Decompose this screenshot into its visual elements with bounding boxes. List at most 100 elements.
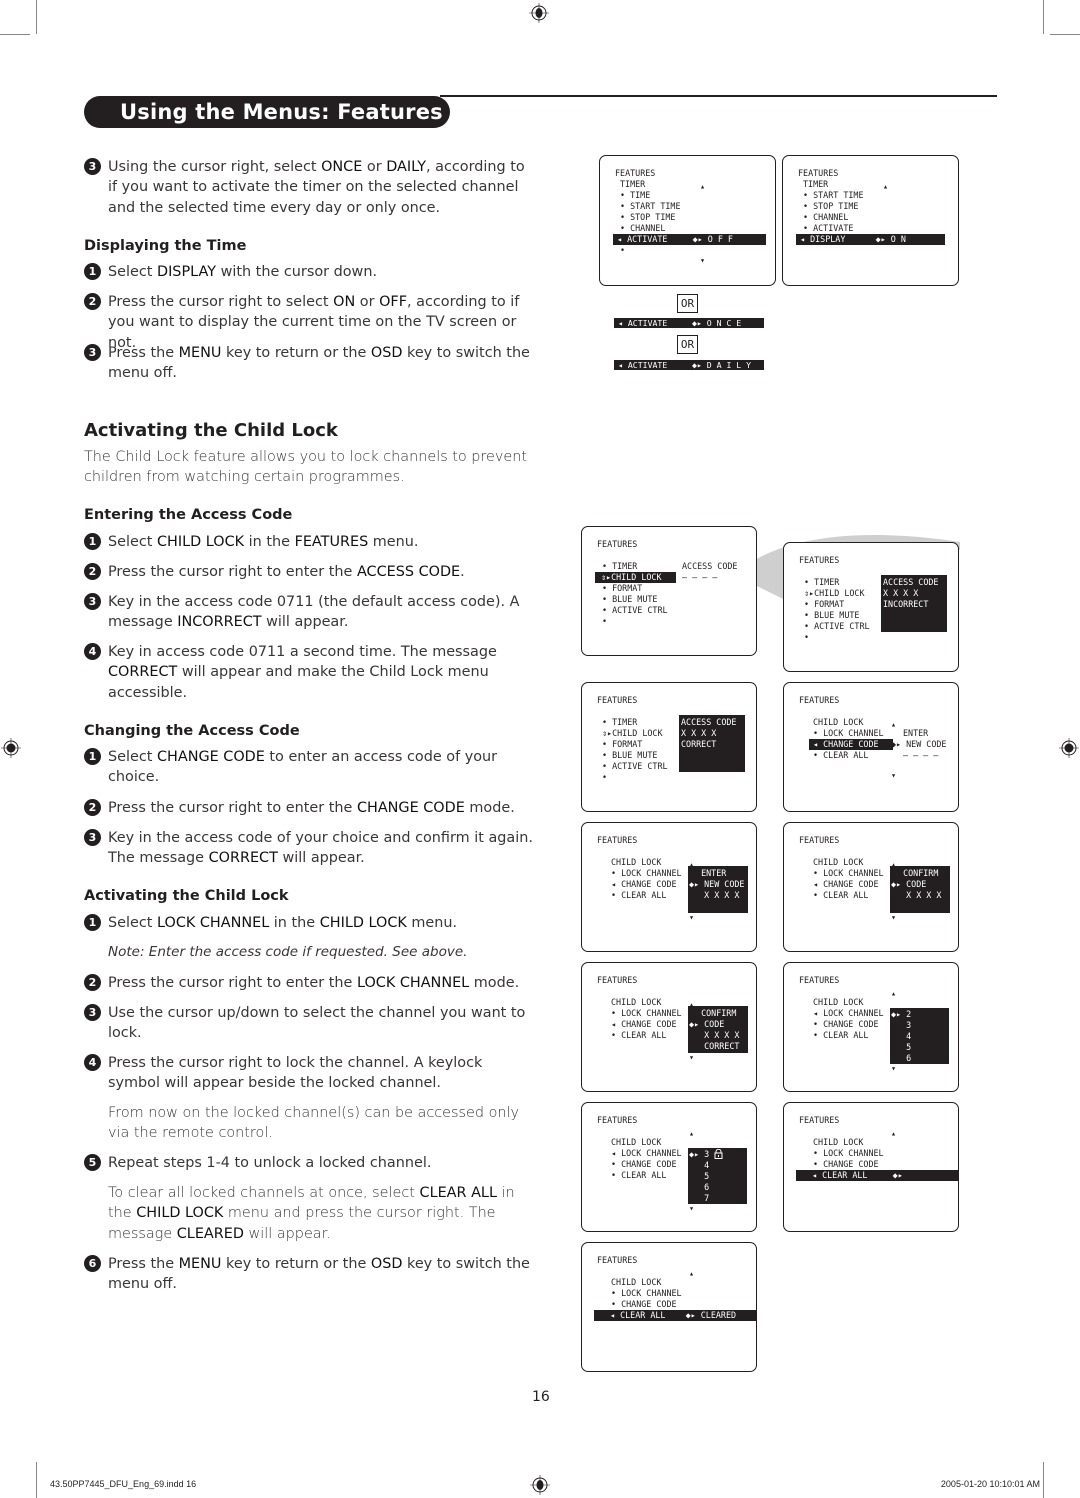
step-number-badge: 4 [84, 643, 101, 660]
osd-title: FEATURES [799, 695, 840, 705]
osd-row: CHILD LOCK [611, 997, 662, 1007]
osd-side-value: – – – – [682, 572, 718, 582]
body-text: mode. [464, 800, 515, 816]
crop-mark [1050, 34, 1080, 35]
body-text: will appear. [261, 614, 349, 631]
osd-change-code: FEATURES CHILD LOCK ▴ • LOCK CHANNEL ◂ C… [783, 682, 959, 812]
osd-box-line: INCORRECT [883, 599, 929, 609]
display-step-3: 3 Press the MENU key to return or the OSD… [84, 343, 534, 384]
body-text: To clear all locked channels at once, se… [108, 1185, 420, 1201]
osd-box-line: ◆▸ NEW CODE [689, 879, 745, 889]
body-text: Press the cursor right to lock the chann… [108, 1055, 483, 1092]
osd-row: • CHANGE CODE [611, 1159, 677, 1169]
osd-title: FEATURES [597, 1255, 638, 1265]
page-number: 16 [532, 1389, 550, 1405]
emphasis-text: CHANGE CODE [156, 749, 265, 765]
registration-mark-icon [1, 738, 21, 758]
enter-step-3: 3 Key in the access code 0711 (the defaul… [84, 592, 534, 633]
osd-row: • ACTIVATE [803, 223, 854, 233]
down-arrow-icon: ▾ [891, 770, 897, 780]
osd-message-box: ACCESS CODE X X X X INCORRECT [881, 575, 947, 632]
osd-channel: 5 [689, 1171, 710, 1181]
osd-row: • BLUE MUTE [602, 750, 658, 760]
osd-title: FEATURES [597, 975, 638, 985]
lock-step-6: 6 Press the MENU key to return or the OSD… [84, 1254, 534, 1295]
heading-changing-code: Changing the Access Code [84, 723, 300, 739]
down-arrow-icon: ▾ [689, 912, 695, 922]
osd-channel: 3 [891, 1020, 912, 1030]
body-text: Press the [108, 345, 179, 361]
osd-row: ◂ CHANGE CODE [813, 879, 879, 889]
down-arrow-icon: ▾ [891, 1063, 897, 1073]
lock-para-clear: To clear all locked channels at once, se… [108, 1183, 536, 1244]
osd-row: • BLUE MUTE [602, 594, 658, 604]
up-arrow-icon: ▴ [891, 988, 897, 998]
osd-row: • STOP TIME [620, 212, 676, 222]
body-text: Select [108, 264, 157, 280]
osd-box-line: CONFIRM [691, 1008, 737, 1018]
osd-access-code-incorrect: FEATURES • TIMER ⇕▸CHILD LOCK • FORMAT •… [783, 542, 959, 672]
osd-enter-new-code: FEATURES CHILD LOCK ▴ • LOCK CHANNEL ◂ C… [581, 822, 757, 952]
osd-box-line: X X X X [883, 588, 919, 598]
osd-row: CHILD LOCK [611, 1277, 662, 1287]
emphasis-text: CORRECT [108, 664, 178, 681]
emphasis-text: LOCK CHANNEL [356, 975, 470, 991]
osd-row: • FORMAT [602, 583, 643, 593]
osd-title: FEATURES [799, 555, 840, 565]
osd-channel-box: ◆▸ 2 3 4 5 6 [890, 1008, 949, 1064]
osd-side-value: – – – – [903, 750, 939, 760]
enter-step-2: 2 Press the cursor right to enter the ACC… [84, 562, 534, 582]
registration-mark-icon [1059, 738, 1079, 758]
page-title: Using the Menus: Features [84, 96, 450, 128]
osd-message-box: ACCESS CODE X X X X CORRECT [679, 715, 745, 772]
body-text: with the cursor down. [216, 264, 378, 280]
footer-timestamp: 2005-01-20 10:10:01 AM [940, 1479, 1040, 1489]
down-arrow-icon: ▾ [689, 1052, 695, 1062]
osd-box-line: CORRECT [681, 739, 717, 749]
step-number-badge: 3 [84, 1004, 101, 1021]
body-text: or [362, 159, 387, 175]
osd-row: CHILD LOCK [813, 997, 864, 1007]
osd-row: ⇕▸CHILD LOCK [804, 588, 865, 598]
step-number-badge: 2 [84, 293, 101, 310]
intro-step: 3 Using the cursor right, select ONCE or … [84, 157, 534, 218]
osd-row: • LOCK CHANNEL [611, 868, 682, 878]
osd-confirm-code: FEATURES CHILD LOCK ▴ • LOCK CHANNEL ◂ C… [783, 822, 959, 952]
step-number-badge: 1 [84, 914, 101, 931]
emphasis-text: DISPLAY [156, 264, 216, 280]
osd-row: ◂ LOCK CHANNEL [611, 1148, 682, 1158]
osd-message-box: CONFIRM ◆▸ CODE X X X X CORRECT [688, 1006, 748, 1053]
change-step-2: 2 Press the cursor right to enter the CHA… [84, 798, 534, 818]
osd-row: • TIME [620, 190, 651, 200]
osd-timer-display-on: FEATURES TIMER ▴ • START TIME • STOP TIM… [782, 155, 959, 286]
lock-para-remote: From now on the locked channel(s) can be… [108, 1105, 520, 1142]
osd-row: • CLEAR ALL [611, 890, 667, 900]
osd-highlight-row: ◂ ACTIVATE ◆▸ O F F [613, 234, 766, 245]
osd-box-line: X X X X [891, 890, 942, 900]
footer-filename: 43.50PP7445_DFU_Eng_69.indd 16 [50, 1479, 197, 1489]
body-text: Using the cursor right, select [108, 159, 322, 175]
step-number-badge: 6 [84, 1255, 101, 1272]
emphasis-text: FEATURES [294, 534, 369, 550]
osd-box-line: ◆▸ CODE [891, 879, 927, 889]
osd-channel: ◆▸ 2 [891, 1009, 912, 1019]
down-arrow-icon: ▾ [891, 912, 897, 922]
body-text: Press the cursor right to enter the [108, 975, 357, 991]
osd-row: • CHANGE CODE [813, 1019, 879, 1029]
osd-row: • [620, 245, 626, 255]
step-number-badge: 4 [84, 1054, 101, 1071]
emphasis-text: OSD [370, 345, 403, 361]
osd-channel-locked: FEATURES ▴ CHILD LOCK ◂ LOCK CHANNEL • C… [581, 1102, 757, 1232]
step-number-badge: 2 [84, 974, 101, 991]
osd-title: FEATURES [597, 539, 638, 549]
body-text: . [460, 564, 465, 580]
osd-clear-all: FEATURES ▴ CHILD LOCK • LOCK CHANNEL • C… [783, 1102, 959, 1232]
osd-channel: 4 [689, 1160, 710, 1170]
osd-row: • TIMER [602, 561, 638, 571]
step-number-badge: 1 [84, 533, 101, 550]
body-text: Press the cursor right to enter the [108, 800, 357, 816]
body-text: key to return or the [221, 345, 371, 361]
lock-icon [714, 1149, 723, 1159]
heading-activating-lock: Activating the Child Lock [84, 888, 289, 904]
up-arrow-icon: ▴ [891, 719, 897, 729]
